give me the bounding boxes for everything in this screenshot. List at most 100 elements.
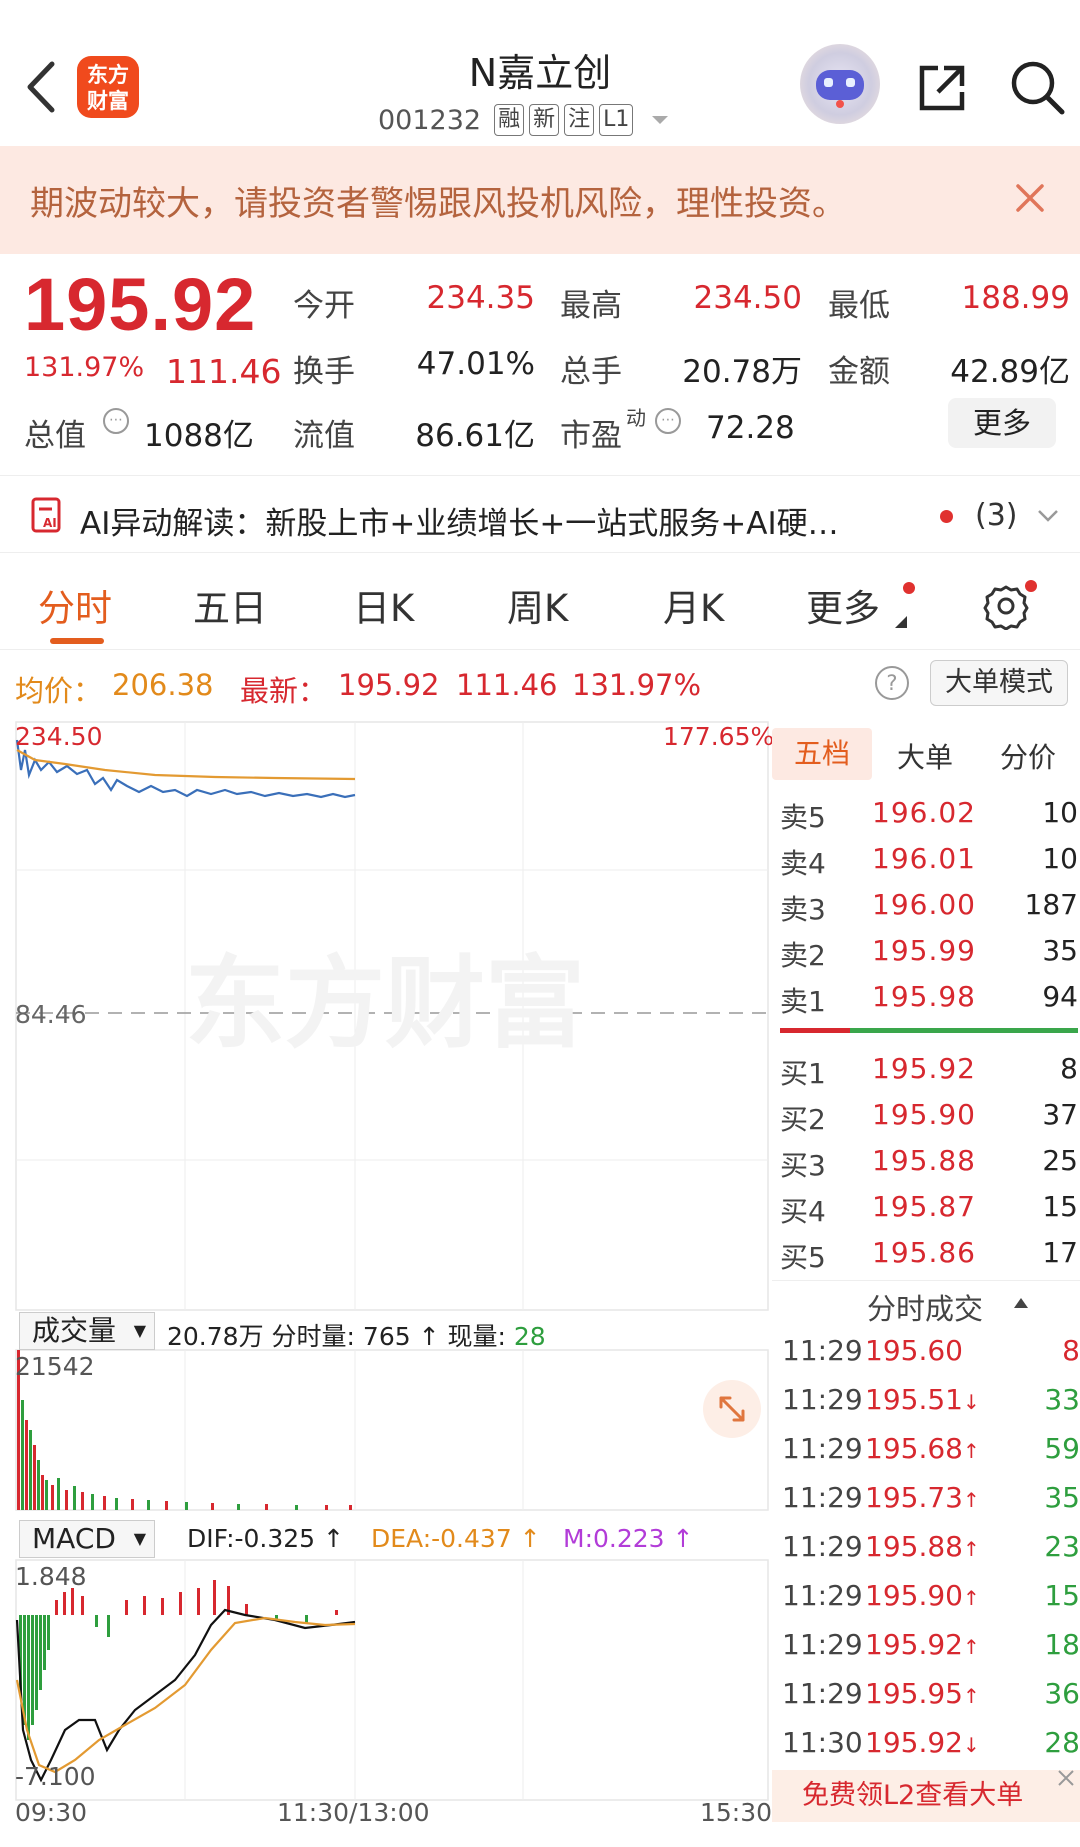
tick-price-value: 195.88	[865, 1530, 963, 1563]
tick-volume: 18	[1044, 1628, 1080, 1661]
low-value: 188.99	[961, 280, 1070, 316]
tick-row: 11:29 195.60 8	[782, 1328, 1080, 1376]
ai-analysis-row[interactable]: AI AI异动解读：新股上市+业绩增长+一站式服务+AI硬… (3)	[0, 475, 1080, 553]
volume-label: 总手	[560, 354, 622, 390]
ask-volume: 94	[1042, 980, 1078, 1013]
tab-intraday[interactable]: 分时	[38, 578, 112, 632]
bid-volume: 15	[1042, 1190, 1078, 1223]
macd-min: -7.100	[15, 1762, 96, 1791]
bid-price: 195.92	[872, 1052, 976, 1085]
info-icon[interactable]: ⋯	[655, 408, 681, 434]
tick-row: 11:29 195.88↑ 23	[782, 1524, 1080, 1572]
tick-time: 11:29	[782, 1432, 863, 1465]
macd-dif: DIF:-0.325 ↑	[187, 1524, 344, 1553]
stock-title: N嘉立创	[468, 51, 612, 95]
high-label: 最高	[560, 288, 622, 324]
current-price: 195.92	[24, 263, 257, 346]
help-icon[interactable]: ?	[875, 666, 909, 700]
tick-time: 11:29	[782, 1677, 863, 1710]
chart-canvas: 东方财富	[15, 721, 769, 1801]
share-icon[interactable]	[912, 58, 972, 118]
ai-analysis-count: (3)	[975, 498, 1018, 533]
bid-row: 买4 195.87 15	[780, 1184, 1078, 1230]
tick-arrow: ↑	[962, 1684, 980, 1708]
info-icon[interactable]: ⋯	[103, 408, 129, 434]
tick-volume: 28	[1044, 1726, 1080, 1759]
search-icon[interactable]	[1006, 56, 1068, 118]
order-book-panel: 五档 大单 分价 卖5 196.02 10 卖4 196.01 10 卖3 196.00 1…	[772, 720, 1080, 1830]
ask-row: 卖1 195.98 94	[780, 974, 1078, 1020]
intraday-info-row: 均价： 206.38 最新： 195.92 111.46 131.97% ? 大…	[0, 652, 1080, 720]
tick-time: 11:29	[782, 1628, 863, 1661]
intraday-chart[interactable]: 东方财富 234.50 177.65% 84.46 成交量 ▼ 20.78万 分时…	[15, 720, 774, 1830]
book-tab-price-dist[interactable]: 分价	[1000, 736, 1056, 776]
l2-promo-button[interactable]: 免费领L2查看大单	[772, 1770, 1080, 1822]
ai-report-icon: AI	[31, 497, 61, 533]
tick-price: 195.95↑	[865, 1677, 980, 1710]
tick-price: 195.92↓	[865, 1726, 980, 1759]
tab-weekly-k[interactable]: 周K	[507, 578, 568, 632]
tag-new: 新	[529, 104, 560, 136]
tag-margin: 融	[494, 104, 525, 136]
more-quote-button[interactable]: 更多	[948, 398, 1056, 448]
settings-gear-icon[interactable]	[982, 582, 1030, 630]
change-value: 111.46	[166, 352, 282, 391]
turnover-label: 换手	[293, 354, 355, 390]
stock-code-row[interactable]: 001232 融 新 注 L1	[378, 102, 674, 138]
ask-label: 卖5	[780, 801, 826, 834]
latest-change-pct: 131.97%	[572, 668, 702, 702]
book-tab-five-level[interactable]: 五档	[772, 728, 872, 780]
tick-time: 11:29	[782, 1530, 863, 1563]
bid-row: 买2 195.90 37	[780, 1092, 1078, 1138]
tab-more[interactable]: 更多	[806, 578, 880, 632]
caret-down-icon	[652, 116, 669, 124]
expand-chart-button[interactable]	[703, 1380, 761, 1438]
chevron-down-icon	[1038, 510, 1058, 522]
big-order-mode-button[interactable]: 大单模式	[930, 660, 1068, 706]
tick-title[interactable]: 分时成交	[867, 1286, 983, 1328]
close-icon[interactable]	[1054, 1766, 1078, 1790]
minute-volume-label: 分时量:	[271, 1322, 355, 1351]
ask-price: 195.99	[872, 934, 976, 967]
macd-max: 1.848	[15, 1562, 87, 1591]
high-value: 234.50	[693, 280, 802, 316]
tick-row: 11:29 195.68↑ 59	[782, 1426, 1080, 1474]
macd-indicator-selector[interactable]: MACD ▼	[19, 1520, 155, 1558]
macd-histogram	[19, 1580, 338, 1740]
tick-time: 11:29	[782, 1481, 863, 1514]
bid-volume: 25	[1042, 1144, 1078, 1177]
time-mid: 11:30/13:00	[277, 1798, 430, 1827]
tick-time: 11:29	[782, 1334, 863, 1367]
caret-up-icon	[1014, 1298, 1028, 1308]
ai-analysis-text: AI异动解读：新股上市+业绩增长+一站式服务+AI硬…	[80, 506, 839, 542]
tick-row: 11:30 195.92↓ 28	[782, 1720, 1080, 1768]
close-icon[interactable]	[1010, 178, 1050, 218]
tick-time: 11:30	[782, 1726, 863, 1759]
bid-price: 195.88	[872, 1144, 976, 1177]
tab-monthly-k[interactable]: 月K	[663, 578, 724, 632]
back-arrow-icon[interactable]	[20, 52, 70, 122]
tab-five-day[interactable]: 五日	[193, 578, 267, 632]
tick-arrow: ↑	[962, 1439, 980, 1463]
divider	[772, 1280, 1080, 1281]
ask-volume: 10	[1042, 796, 1078, 829]
ask-price: 196.00	[872, 888, 976, 921]
tick-price-value: 195.60	[865, 1334, 963, 1367]
tick-row: 11:29 195.73↑ 35	[782, 1475, 1080, 1523]
ai-assistant-avatar[interactable]	[800, 44, 880, 124]
bid-ask-ratio-bar	[780, 1028, 1078, 1033]
bid-row: 买1 195.92 8	[780, 1046, 1078, 1092]
open-value: 234.35	[426, 280, 535, 316]
tick-price: 195.51↓	[865, 1383, 980, 1416]
ask-row: 卖5 196.02 10	[780, 790, 1078, 836]
tab-daily-k[interactable]: 日K	[353, 578, 414, 632]
book-tab-big-order[interactable]: 大单	[897, 736, 953, 776]
chart-base-price: 84.46	[15, 1000, 87, 1029]
mktcap-label: 总值	[24, 418, 86, 454]
volume-indicator-selector[interactable]: 成交量 ▼	[19, 1312, 155, 1350]
header: 东方财富 N嘉立创 001232 融 新 注 L1	[0, 0, 1080, 146]
latest-change: 111.46	[456, 668, 558, 702]
red-dot-icon	[1025, 580, 1037, 592]
bid-row: 买5 195.86 17	[780, 1230, 1078, 1276]
tick-price: 195.73↑	[865, 1481, 980, 1514]
